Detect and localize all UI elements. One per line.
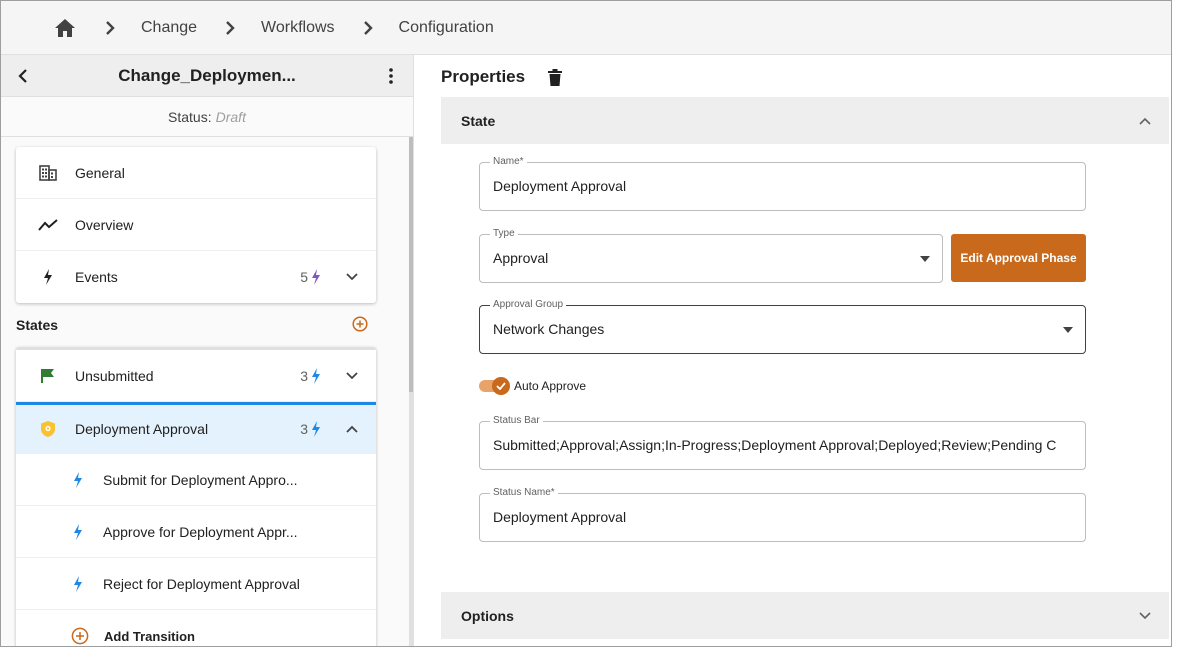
name-field-value[interactable]: Deployment Approval: [493, 178, 1073, 194]
state-count-value: 3: [300, 421, 308, 437]
properties-title: Properties: [441, 67, 526, 86]
nav-item-label: Events: [75, 269, 118, 285]
chevron-down-icon[interactable]: [342, 267, 362, 287]
state-item-label: Unsubmitted: [75, 367, 154, 384]
name-field[interactable]: Name* Deployment Approval: [479, 156, 1086, 211]
scrollbar[interactable]: [409, 137, 413, 646]
building-icon: [36, 161, 60, 185]
check-icon: [492, 377, 510, 395]
nav-item-label: General: [75, 164, 125, 181]
approval-group-select[interactable]: Approval Group Network Changes: [479, 299, 1086, 354]
trash-icon[interactable]: [545, 67, 565, 87]
edit-approval-phase-button[interactable]: Edit Approval Phase: [951, 234, 1086, 282]
nav-item-overview[interactable]: Overview: [16, 199, 376, 251]
status-bar-value[interactable]: Submitted;Approval;Assign;In-Progress;De…: [493, 437, 1073, 453]
auto-approve-toggle[interactable]: [479, 377, 513, 395]
status-value: Draft: [215, 108, 246, 125]
shield-icon: [36, 417, 60, 441]
events-count-value: 5: [300, 269, 308, 285]
nav-card: General Overview Events 5: [16, 147, 376, 303]
status-name-label: Status Name*: [490, 487, 558, 498]
transition-item-label: Reject for Deployment Approval: [103, 575, 300, 592]
approval-group-label: Approval Group: [490, 299, 567, 310]
breadcrumb-workflows[interactable]: Workflows: [261, 19, 335, 37]
breadcrumb-change[interactable]: Change: [141, 19, 197, 37]
status-bar-label: Status Bar: [490, 415, 543, 426]
flag-icon: [36, 364, 60, 388]
state-transitions-count: 3: [300, 421, 321, 437]
add-transition-label: Add Transition: [104, 628, 195, 644]
type-select-value[interactable]: Approval: [493, 250, 930, 266]
bolt-icon: [66, 520, 90, 544]
auto-approve-label: Auto Approve: [514, 379, 587, 393]
approval-group-value[interactable]: Network Changes: [493, 321, 1073, 337]
chevron-right-icon: [215, 16, 245, 40]
chevron-up-icon[interactable]: [342, 419, 362, 439]
states-heading: States: [16, 313, 376, 337]
transition-item-label: Approve for Deployment Appr...: [103, 523, 298, 540]
dropdown-arrow-icon: [920, 256, 930, 262]
scrollbar-thumb[interactable]: [409, 137, 413, 392]
more-vertical-icon[interactable]: [379, 64, 403, 88]
name-field-label: Name*: [490, 156, 527, 167]
nav-item-events[interactable]: Events 5: [16, 251, 376, 303]
state-section-title: State: [461, 112, 496, 129]
state-count-value: 3: [300, 367, 308, 384]
nav-item-general[interactable]: General: [16, 147, 376, 199]
workflow-status: Status: Draft: [1, 97, 413, 137]
chevron-right-icon: [95, 16, 125, 40]
state-section-header[interactable]: State: [441, 97, 1169, 144]
breadcrumb-configuration[interactable]: Configuration: [399, 19, 494, 37]
workflow-panel: Change_Deploymen... Status: Draft Genera…: [1, 55, 414, 646]
properties-panel: Properties State Name* Deployment Approv…: [415, 55, 1171, 646]
bolt-icon: [66, 572, 90, 596]
options-section-title: Options: [461, 607, 514, 624]
transition-item-approve[interactable]: Approve for Deployment Appr...: [16, 506, 376, 558]
bolt-icon: [312, 367, 320, 384]
breadcrumb: Change Workflows Configuration: [1, 1, 1171, 55]
app-frame: Change Workflows Configuration Change_De…: [0, 0, 1172, 647]
dropdown-arrow-icon: [1063, 327, 1073, 333]
status-name-value[interactable]: Deployment Approval: [493, 509, 1073, 525]
bolt-icon: [312, 421, 320, 437]
options-section-header[interactable]: Options: [441, 592, 1169, 639]
events-count: 5: [300, 269, 321, 285]
workflow-header: Change_Deploymen...: [1, 55, 413, 97]
type-select-label: Type: [490, 228, 518, 239]
bolt-icon: [36, 265, 60, 289]
chevron-right-icon: [353, 16, 383, 40]
workflow-title: Change_Deploymen...: [118, 65, 296, 85]
chevron-down-icon[interactable]: [342, 366, 362, 386]
status-label: Status:: [168, 108, 212, 125]
properties-heading: Properties: [441, 67, 565, 87]
chevron-up-icon[interactable]: [1137, 113, 1153, 129]
trending-line-icon: [36, 213, 60, 237]
status-bar-field[interactable]: Status Bar Submitted;Approval;Assign;In-…: [479, 415, 1086, 470]
states-title: States: [16, 317, 59, 333]
add-transition-button[interactable]: Add Transition: [16, 610, 376, 646]
type-select[interactable]: Type Approval: [479, 228, 943, 283]
status-name-field[interactable]: Status Name* Deployment Approval: [479, 487, 1086, 542]
state-item-label: Deployment Approval: [75, 421, 209, 437]
transition-item-label: Submit for Deployment Appro...: [103, 471, 298, 488]
add-state-icon[interactable]: [352, 316, 370, 334]
nav-item-label: Overview: [75, 216, 134, 233]
state-item-deployment-approval[interactable]: Deployment Approval 3: [16, 402, 376, 454]
transition-item-reject[interactable]: Reject for Deployment Approval: [16, 558, 376, 610]
bolt-icon: [66, 468, 90, 492]
state-transitions-count: 3: [300, 367, 321, 384]
bolt-icon: [312, 269, 320, 285]
chevron-down-icon[interactable]: [1137, 608, 1153, 624]
add-circle-icon: [68, 624, 92, 646]
home-icon[interactable]: [53, 16, 77, 40]
state-item-unsubmitted[interactable]: Unsubmitted 3: [16, 350, 376, 402]
transition-item-submit[interactable]: Submit for Deployment Appro...: [16, 454, 376, 506]
states-card: Unsubmitted 3 Deployment Approval 3 Subm…: [16, 347, 376, 646]
